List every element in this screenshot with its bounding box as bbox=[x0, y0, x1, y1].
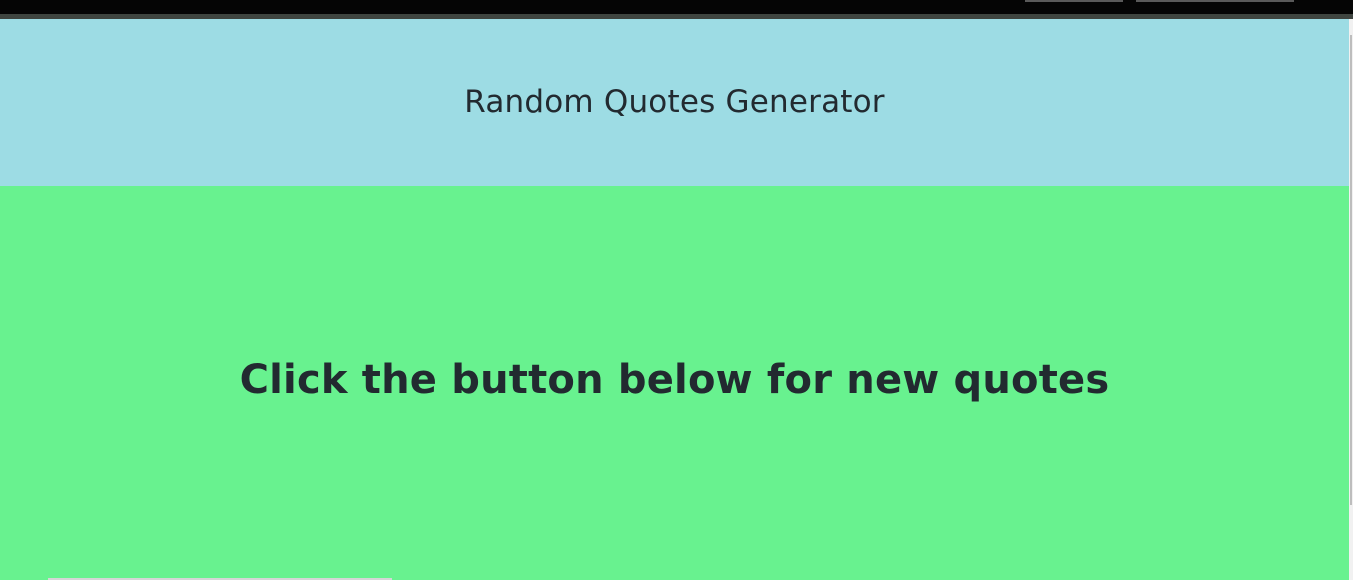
browser-tab[interactable] bbox=[1025, 0, 1123, 2]
browser-top-strip bbox=[0, 0, 1353, 14]
browser-tab[interactable] bbox=[1136, 0, 1294, 2]
page-title: Random Quotes Generator bbox=[464, 84, 885, 120]
scrollbar-thumb[interactable] bbox=[1350, 35, 1352, 505]
vertical-scrollbar[interactable] bbox=[1349, 19, 1353, 580]
page-viewport: Random Quotes Generator Click the button… bbox=[0, 19, 1349, 580]
page-header: Random Quotes Generator bbox=[0, 19, 1349, 186]
quote-area: Click the button below for new quotes bbox=[0, 186, 1349, 580]
quote-message: Click the button below for new quotes bbox=[239, 357, 1110, 403]
